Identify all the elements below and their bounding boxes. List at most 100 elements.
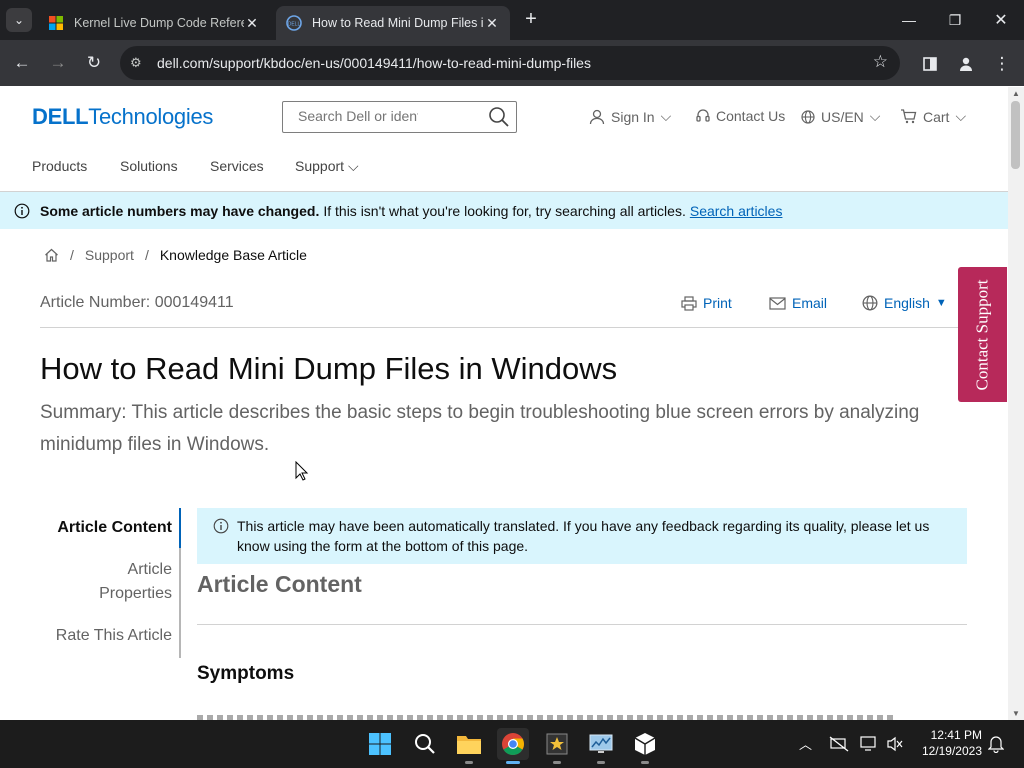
search-articles-link[interactable]: Search articles [690,203,783,219]
taskbar-search-button[interactable] [409,728,441,760]
minimize-button[interactable]: — [886,0,932,40]
side-panel-icon[interactable] [918,52,942,76]
chevron-down-icon: ⌵ [869,108,881,124]
info-icon [14,203,30,218]
globe-icon [801,109,815,124]
back-button[interactable]: ← [11,52,33,74]
close-icon[interactable]: ✕ [484,15,500,32]
site-settings-icon[interactable]: ⚙ [130,55,146,71]
package-app-button[interactable] [629,728,661,764]
reload-button[interactable]: ↻ [83,52,105,74]
menu-kebab-icon[interactable]: ⋮ [990,52,1014,76]
movie-maker-button[interactable] [541,728,573,764]
article-summary: Summary: This article describes the basi… [40,402,920,455]
tab-mini-dump[interactable]: DELL How to Read Mini Dump Files in Wind… [276,6,510,40]
contact-us-link[interactable]: Contact Us [696,108,785,124]
nav-products[interactable]: Products [32,158,87,174]
close-icon[interactable]: ✕ [244,15,260,32]
globe-icon [862,295,878,311]
tab-search-dropdown[interactable]: ⌄ [6,8,32,32]
resource-monitor-button[interactable] [585,728,617,764]
search-icon[interactable] [488,106,510,128]
email-button[interactable]: Email [769,295,827,311]
search-icon [415,734,435,754]
web-page: DELLTechnologies Sign In ⌵ Contact Us US… [0,87,1008,720]
chevron-down-icon: ⌄ [13,13,25,27]
forward-button[interactable]: → [47,52,69,74]
url-text[interactable]: dell.com/support/kbdoc/en-us/000149411/h… [157,55,591,71]
file-explorer-button[interactable] [453,728,485,764]
speaker-muted-icon[interactable] [886,736,904,752]
clock-date: 12/19/2023 [921,744,982,758]
arrow-left-icon: ← [13,53,31,72]
profile-icon[interactable] [954,52,978,76]
mouse-cursor-icon [295,461,309,481]
close-window-button[interactable]: ✕ [978,0,1024,40]
nav-solutions[interactable]: Solutions [120,158,178,174]
tab-kernel-live-dump[interactable]: Kernel Live Dump Code Reference ✕ [38,6,270,40]
section-divider [197,624,967,625]
tab-strip: ⌄ Kernel Live Dump Code Reference ✕ DELL… [0,0,1024,40]
network-off-icon[interactable] [829,736,849,752]
printer-icon [681,295,697,311]
chevron-up-icon[interactable]: ︿ [799,734,812,753]
home-icon[interactable] [44,248,59,262]
scroll-up-icon[interactable]: ▲ [1012,89,1020,98]
banner-text: If this isn't what you're looking for, t… [323,202,686,219]
locale-selector[interactable]: US/EN ⌵ [801,108,880,125]
breadcrumb-current: Knowledge Base Article [159,247,307,263]
display-icon[interactable] [860,736,878,752]
clock-time: 12:41 PM [930,728,982,742]
symptoms-heading: Symptoms [197,663,295,684]
breadcrumb-support[interactable]: Support [85,247,134,263]
info-icon [213,518,229,534]
print-button[interactable]: Print [681,295,732,311]
article-number: Article Number: 000149411 [40,294,234,311]
start-button[interactable] [364,728,396,760]
chrome-taskbar-button[interactable] [497,728,529,764]
chevron-down-icon: ⌵ [347,158,359,174]
nav-support[interactable]: Support ⌵ [295,158,359,175]
monitor-chart-icon [589,734,613,753]
search-input[interactable] [298,108,418,124]
article-title: How to Read Mini Dump Files in Windows [40,351,618,386]
windows-taskbar: ︿ [0,720,1024,768]
chevron-down-icon: ⌵ [660,108,672,124]
language-selector[interactable]: English ▼ [862,295,947,311]
toc-article-properties[interactable]: Article Properties [99,558,172,606]
address-bar[interactable]: ⚙ dell.com/support/kbdoc/en-us/000149411… [120,46,900,80]
article-meta-divider [40,327,968,328]
nav-services[interactable]: Services [210,158,264,174]
svg-text:DELL: DELL [288,22,301,28]
windows-logo-icon [369,733,391,755]
translation-notice: This article may have been automatically… [197,508,967,564]
contact-support-tab[interactable]: Contact Support [958,267,1007,402]
reload-icon: ↻ [86,53,102,72]
scroll-down-icon[interactable]: ▼ [1012,709,1020,718]
tab-title: How to Read Mini Dump Files in Windows [312,16,484,30]
cart-menu[interactable]: Cart ⌵ [900,108,966,125]
toc-rate-article[interactable]: Rate This Article [56,624,172,648]
toc-article-content[interactable]: Article Content [57,516,172,540]
dell-logo-icon: DELL [286,15,302,31]
tab-title: Kernel Live Dump Code Reference [74,16,244,30]
caret-down-icon: ▼ [935,297,947,309]
page-scrollbar[interactable]: ▲ ▼ [1008,87,1024,720]
dell-technologies-logo[interactable]: DELLTechnologies [32,104,213,130]
microsoft-logo-icon [49,16,63,30]
toc-rail [179,508,181,658]
notification-bell-icon[interactable] [988,735,1004,753]
folder-icon [457,736,481,754]
banner-title: Some article numbers may have changed. [40,202,320,219]
bookmark-star-icon[interactable]: ☆ [873,52,888,72]
info-banner: Some article numbers may have changed. I… [0,192,1008,229]
new-tab-button[interactable]: + [520,8,542,32]
box-icon [634,733,656,755]
scrollbar-thumb[interactable] [1011,101,1020,169]
section-heading: Article Content [197,571,362,597]
breadcrumb: / Support / Knowledge Base Article [44,247,307,263]
sign-in-menu[interactable]: Sign In ⌵ [589,108,671,125]
system-clock[interactable]: 12:41 PM 12/19/2023 [904,727,982,759]
restore-button[interactable]: ❐ [932,0,978,40]
chevron-down-icon: ⌵ [955,108,967,124]
